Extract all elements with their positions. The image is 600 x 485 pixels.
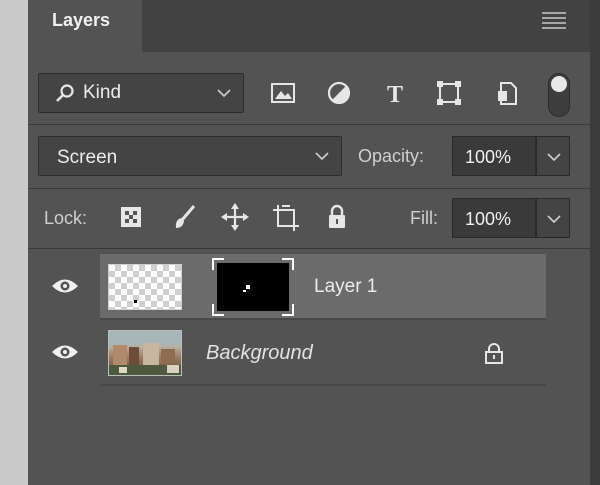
divider [28,248,590,249]
layer-name[interactable]: Layer 1 [314,276,377,298]
layers-panel: Layers Kind T Screen Opacity: 100% Lock:… [28,0,590,485]
lock-all-icon[interactable] [322,202,352,232]
chevron-down-icon [315,152,329,161]
layer-lock-icon [485,343,503,364]
fill-label: Fill: [410,208,438,228]
chevron-down-icon [547,153,561,162]
layer-thumbnail[interactable] [108,264,182,310]
hamburger-menu-icon[interactable] [542,12,566,30]
visibility-toggle[interactable] [28,320,100,384]
opacity-dropdown-button[interactable] [536,136,570,176]
filter-kind-select[interactable]: Kind [38,73,244,113]
panel-edge [590,0,600,485]
divider [28,124,590,125]
fill-dropdown-button[interactable] [536,198,570,238]
lock-transparent-pixels-icon[interactable] [116,202,146,232]
fill-input[interactable]: 100% [452,198,536,238]
lock-position-icon[interactable] [220,202,250,232]
thumbnail-pixel [134,300,137,303]
smart-object-filter-icon[interactable] [492,78,522,108]
chevron-down-icon [547,215,561,224]
visibility-toggle[interactable] [28,254,100,318]
blend-mode-value: Screen [57,147,118,168]
search-icon [56,84,74,102]
divider [28,188,590,189]
type-filter-icon[interactable]: T [380,78,410,108]
opacity-input[interactable]: 100% [452,136,536,176]
svg-text:T: T [387,82,403,108]
mask-content [217,263,289,311]
opacity-label: Opacity: [358,146,425,166]
adjustment-filter-icon[interactable] [324,78,354,108]
layer-row-layer-1[interactable]: Layer 1 [28,254,546,318]
toggle-knob [551,76,567,92]
lock-image-pixels-icon[interactable] [170,202,200,232]
chevron-down-icon [217,89,231,98]
layer-mask-thumbnail[interactable] [212,258,294,316]
eye-icon [52,345,78,359]
row-separator [100,384,546,386]
layer-name[interactable]: Background [206,342,313,365]
filter-kind-label: Kind [83,82,122,103]
layer-row-background[interactable]: Background [28,320,546,384]
shape-filter-icon[interactable] [434,78,464,108]
eye-icon [52,279,78,293]
tab-layers[interactable]: Layers [28,0,142,52]
lock-artboard-icon[interactable] [270,202,300,232]
blend-mode-select[interactable]: Screen [38,136,342,176]
filter-toggle-switch[interactable] [548,73,570,117]
lock-label: Lock: [44,208,88,228]
image-filter-icon[interactable] [268,78,298,108]
panel-tab-bar: Layers [28,0,590,52]
background-thumbnail[interactable] [108,330,182,376]
